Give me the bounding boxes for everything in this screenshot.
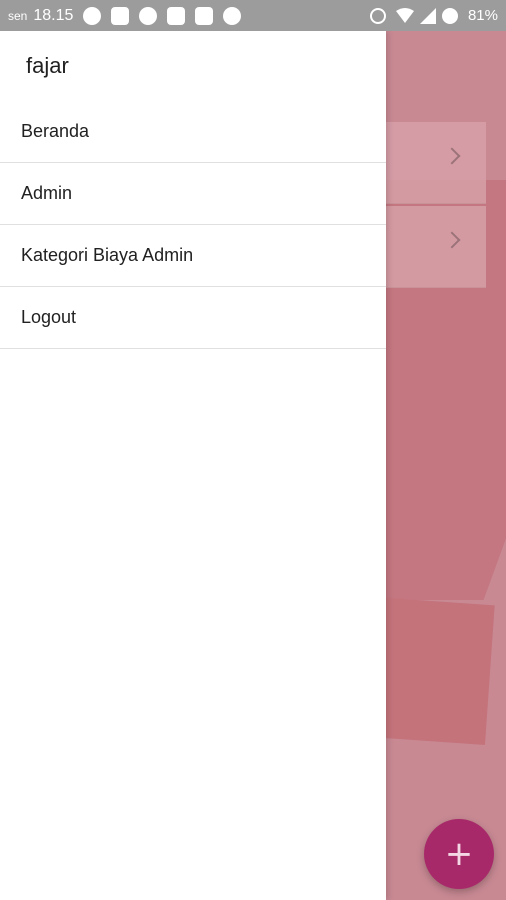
battery-percent: 81% — [467, 7, 498, 24]
menu-item-label: Admin — [21, 183, 73, 203]
list-card[interactable] — [386, 122, 486, 204]
drawer-user-name: fajar — [26, 53, 69, 78]
wifi-icon — [395, 7, 414, 23]
menu-item-logout[interactable]: Logout — [0, 287, 386, 349]
data-saver-icon — [441, 7, 458, 24]
chevron-right-icon — [443, 147, 461, 165]
youtube-icon — [111, 6, 130, 25]
menu-item-kategori-biaya-admin[interactable]: Kategori Biaya Admin — [0, 225, 386, 287]
drawer-header: fajar — [0, 31, 386, 101]
menu-item-label: Beranda — [21, 121, 90, 141]
status-bar: sen 18.15 81% — [0, 0, 506, 31]
plus-icon: + — [444, 834, 474, 874]
gmail-icon — [195, 6, 214, 25]
status-day: sen — [8, 8, 28, 23]
instagram-icon — [167, 6, 186, 25]
chevron-right-icon — [443, 231, 461, 249]
menu-item-label: Kategori Biaya Admin — [21, 245, 194, 265]
list-card[interactable] — [386, 206, 486, 288]
navigation-drawer: fajar Beranda Admin Kategori Biaya Admin… — [0, 31, 386, 900]
whatsapp-icon — [83, 6, 102, 25]
menu-item-admin[interactable]: Admin — [0, 163, 386, 225]
menu-item-beranda[interactable]: Beranda — [0, 101, 386, 163]
status-time: 18.15 — [33, 6, 74, 24]
pinterest-icon — [223, 6, 242, 25]
alarm-icon — [369, 7, 386, 24]
add-fab-button[interactable]: + — [424, 819, 494, 889]
messenger-icon — [139, 6, 158, 25]
menu-item-label: Logout — [21, 307, 77, 327]
signal-icon — [419, 7, 436, 24]
